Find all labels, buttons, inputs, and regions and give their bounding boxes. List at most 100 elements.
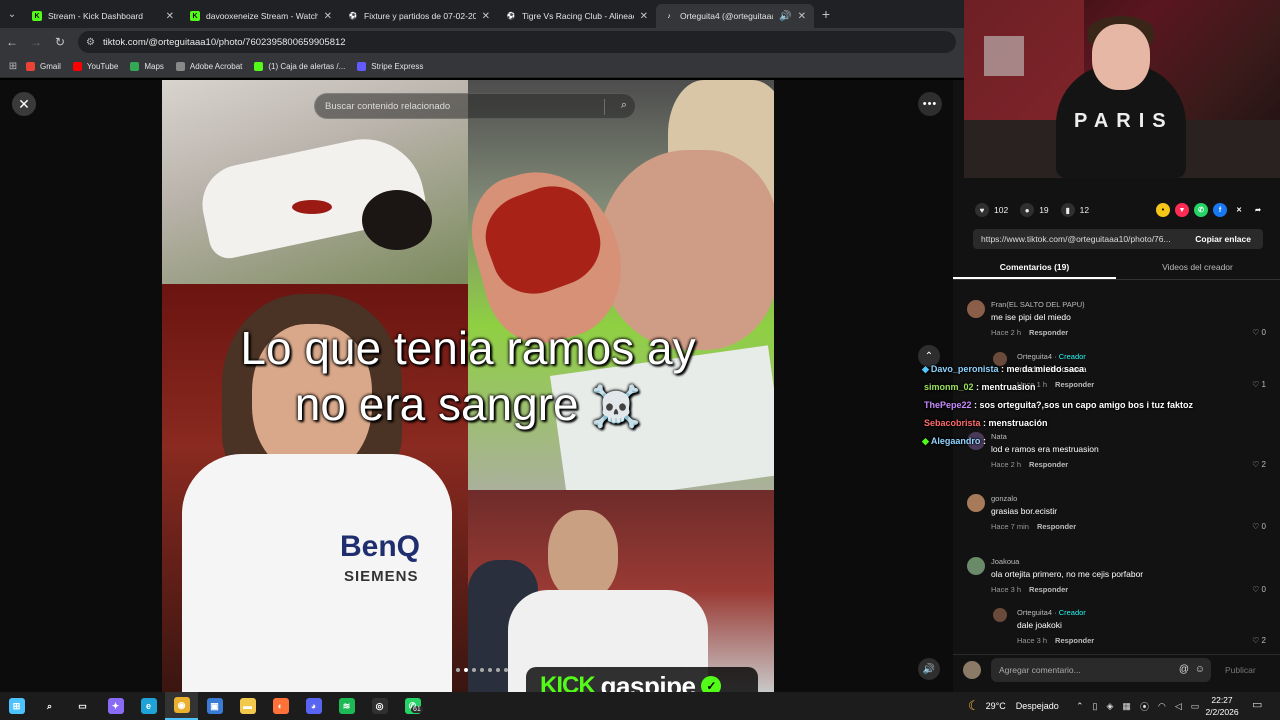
- browser-tab[interactable]: ♪ Orteguita4 (@orteguitaaa1(🔊 ✕: [656, 4, 814, 28]
- tab-search-chevron-icon[interactable]: ⌄: [0, 0, 24, 28]
- forward-arrow-icon[interactable]: →: [24, 35, 48, 49]
- tray-network-icon[interactable]: ▦: [1122, 701, 1131, 712]
- copy-link-button[interactable]: Copiar enlace: [1183, 234, 1263, 244]
- more-options-icon[interactable]: •••: [918, 92, 942, 116]
- taskbar-app[interactable]: ▣: [198, 692, 231, 720]
- bookmark-item[interactable]: (1) Caja de alertas /...: [254, 62, 345, 71]
- like-button[interactable]: ♥ 102: [975, 203, 1008, 217]
- url-field[interactable]: ⚙ tiktok.com/@orteguitaaa10/photo/760239…: [78, 31, 956, 53]
- tiktok-share-icon[interactable]: ▼: [1175, 203, 1189, 217]
- comment-like-button[interactable]: ♡ 1: [1252, 380, 1266, 389]
- taskbar-app[interactable]: ◎: [363, 692, 396, 720]
- emoji-icon[interactable]: ☺: [1195, 664, 1205, 675]
- comment-button[interactable]: ● 19: [1020, 203, 1049, 217]
- tray-shield-icon[interactable]: ◈: [1107, 701, 1114, 712]
- x-icon[interactable]: ✕: [1232, 203, 1246, 217]
- avatar[interactable]: [967, 557, 985, 575]
- notification-icon[interactable]: ▭: [1252, 698, 1262, 711]
- forward-icon[interactable]: ➦: [1251, 203, 1265, 217]
- carousel-dot[interactable]: [488, 668, 492, 672]
- reply-button[interactable]: Responder: [1029, 585, 1068, 594]
- system-clock[interactable]: 22:27 2/2/2026: [1200, 694, 1244, 718]
- comment-username[interactable]: Orteguita4 · Creador: [1017, 608, 1086, 617]
- tab-close-icon[interactable]: ✕: [166, 11, 174, 22]
- site-info-icon[interactable]: ⚙: [86, 37, 95, 48]
- comment-like-button[interactable]: ♡ 2: [1252, 460, 1266, 469]
- tab-creator-videos[interactable]: Videos del creador: [1116, 256, 1279, 279]
- carousel-dot[interactable]: [472, 668, 476, 672]
- publish-button[interactable]: Publicar: [1225, 665, 1256, 675]
- apps-grid-icon[interactable]: ⊞: [0, 61, 26, 72]
- taskbar-app[interactable]: ▭: [66, 692, 99, 720]
- chat-username[interactable]: Davo_peronista: [931, 364, 999, 374]
- comment-username[interactable]: Joakoua: [991, 557, 1019, 566]
- carousel-dot[interactable]: [480, 668, 484, 672]
- avatar[interactable]: [967, 300, 985, 318]
- volume-icon[interactable]: 🔊: [918, 658, 940, 680]
- taskbar-app[interactable]: ⊞: [0, 692, 33, 720]
- tray-wifi-icon[interactable]: ◠: [1158, 701, 1166, 712]
- browser-tab[interactable]: Kdavooxeneize Stream - Watch L ✕: [182, 4, 340, 28]
- tray-chevron-up-icon[interactable]: ⌃: [1076, 701, 1084, 712]
- tab-close-icon[interactable]: ✕: [640, 11, 648, 22]
- reload-icon[interactable]: ↻: [48, 35, 72, 49]
- reply-button[interactable]: Responder: [1055, 636, 1094, 645]
- tab-close-icon[interactable]: ✕: [324, 11, 332, 22]
- taskbar-app[interactable]: ≋: [330, 692, 363, 720]
- tray-app-icon[interactable]: ▯: [1093, 701, 1098, 712]
- avatar[interactable]: [993, 608, 1007, 622]
- comment-like-button[interactable]: ♡ 0: [1252, 328, 1266, 337]
- taskbar-app[interactable]: ◕: [297, 692, 330, 720]
- reply-button[interactable]: Responder: [1029, 328, 1068, 337]
- chat-username[interactable]: ThePepe22: [924, 400, 972, 410]
- comment-username[interactable]: gonzalo: [991, 494, 1017, 503]
- chat-username[interactable]: Sebacobrista: [924, 418, 981, 428]
- comment-username[interactable]: Orteguita4 · Creador: [1017, 352, 1086, 361]
- taskbar-app[interactable]: ◐: [264, 692, 297, 720]
- comment-username[interactable]: Fran(EL SALTO DEL PAPU): [991, 300, 1085, 309]
- taskbar-app[interactable]: ◉: [165, 692, 198, 720]
- bookmark-item[interactable]: YouTube: [72, 62, 118, 71]
- tab-close-icon[interactable]: ✕: [482, 11, 490, 22]
- chat-username[interactable]: simonm_02: [924, 382, 974, 392]
- tray-battery-icon[interactable]: ▭: [1191, 701, 1200, 712]
- weather-widget[interactable]: ☾ 29°C Despejado: [968, 692, 1059, 720]
- tab-close-icon[interactable]: ✕: [798, 11, 806, 22]
- mention-icon[interactable]: @: [1179, 664, 1189, 675]
- carousel-dot[interactable]: [504, 668, 508, 672]
- taskbar-app[interactable]: ▬: [231, 692, 264, 720]
- photo-collage[interactable]: BenQ SIEMENS Lo que tenia ramos ay no er…: [162, 80, 774, 692]
- bookmark-item[interactable]: Adobe Acrobat: [175, 62, 242, 71]
- carousel-dot[interactable]: [456, 668, 460, 672]
- search-icon[interactable]: ⌕: [621, 99, 627, 112]
- close-icon[interactable]: ✕: [12, 92, 36, 116]
- avatar[interactable]: [967, 494, 985, 512]
- save-button[interactable]: ▮ 12: [1060, 203, 1089, 217]
- bookmark-item[interactable]: Gmail: [26, 62, 61, 71]
- reply-button[interactable]: Responder: [1037, 522, 1076, 531]
- taskbar-app[interactable]: ⌕: [33, 692, 66, 720]
- tab-comments[interactable]: Comentarios (19): [953, 256, 1116, 279]
- tab-audio-icon[interactable]: 🔊: [779, 11, 791, 22]
- coin-icon[interactable]: •: [1156, 203, 1170, 217]
- bookmark-item[interactable]: Maps: [130, 62, 164, 71]
- carousel-dot[interactable]: [464, 668, 468, 672]
- bookmark-item[interactable]: Stripe Express: [357, 62, 423, 71]
- comment-input[interactable]: Agregar comentario... @ ☺: [991, 657, 1211, 682]
- comment-like-button[interactable]: ♡ 0: [1252, 585, 1266, 594]
- whatsapp-icon[interactable]: ✆: [1194, 203, 1208, 217]
- share-link-text[interactable]: https://www.tiktok.com/@orteguitaaa10/ph…: [973, 234, 1183, 244]
- comment-like-button[interactable]: ♡ 0: [1252, 522, 1266, 531]
- browser-tab[interactable]: ⚽ Tigre Vs Racing Club - Alineaci ✕: [498, 4, 656, 28]
- comment-like-button[interactable]: ♡ 2: [1252, 636, 1266, 645]
- tray-speaker-icon[interactable]: ◁: [1175, 701, 1182, 712]
- back-arrow-icon[interactable]: ←: [0, 35, 24, 49]
- facebook-icon[interactable]: f: [1213, 203, 1227, 217]
- taskbar-app[interactable]: ✦: [99, 692, 132, 720]
- taskbar-app[interactable]: e: [132, 692, 165, 720]
- new-tab-plus-icon[interactable]: +: [814, 6, 838, 22]
- carousel-dot[interactable]: [496, 668, 500, 672]
- browser-tab[interactable]: K Stream - Kick Dashboard ✕: [24, 4, 182, 28]
- related-search-input[interactable]: Buscar contenido relacionado ⌕: [314, 93, 636, 119]
- browser-tab[interactable]: ⚽ Fixture y partidos de 07-02-202 ✕: [340, 4, 498, 28]
